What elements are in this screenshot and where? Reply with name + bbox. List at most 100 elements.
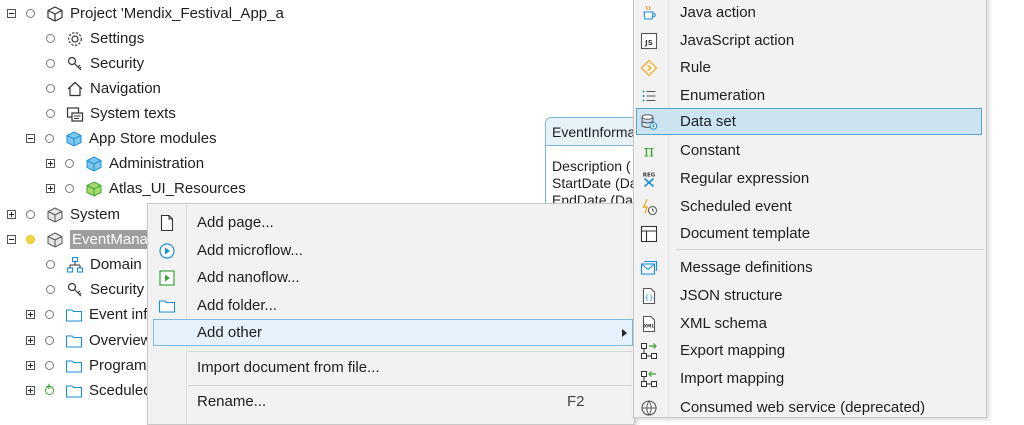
menu-item-label: JSON structure [680,287,783,304]
tree-label: Domain [90,256,142,273]
collapse-toggle[interactable] [7,9,16,18]
tree-label: Program [89,357,147,374]
menu-item-constant[interactable]: π Constant [634,137,986,164]
collapse-toggle[interactable] [26,134,35,143]
tree-row-app-store-modules[interactable]: App Store modules [26,126,217,151]
folder-icon [65,357,83,375]
menu-item-enumeration[interactable]: Enumeration [634,82,986,109]
folder-icon [65,306,83,324]
menu-item-add-microflow[interactable]: Add microflow... [148,237,634,264]
menu-item-javascript-action[interactable]: JS JavaScript action [634,27,986,54]
status-dot [45,310,54,319]
tree-label: Security [90,281,145,298]
blue-cube-icon [85,155,103,173]
menu-item-label: Data set [680,113,736,130]
tree-label: Overview [89,332,152,349]
menu-item-label: JavaScript action [680,32,795,49]
status-dot [46,59,55,68]
nanoflow-icon [158,269,176,287]
module-icon [46,231,64,249]
tree-row-domain-model[interactable]: Domain [46,252,142,277]
data-set-icon [640,113,658,131]
menu-item-import-document[interactable]: Import document from file... [148,354,634,381]
folder-icon [158,297,176,315]
cube-icon [46,5,64,23]
status-dot [45,336,54,345]
tree-row-atlas-ui-resources[interactable]: Atlas_UI_Resources [46,176,246,201]
status-dot [65,159,74,168]
xml-schema-icon: XML [640,315,658,333]
menu-item-label: Java action [680,4,756,21]
menu-item-export-mapping[interactable]: Export mapping [634,337,986,364]
status-dot [46,34,55,43]
menu-item-data-set[interactable]: Data set [636,108,982,135]
tree-row-system[interactable]: System [7,202,120,227]
status-dot [46,285,55,294]
tree-row-overview[interactable]: Overview [26,328,152,353]
key-icon [66,281,84,299]
menu-item-label: Import document from file... [197,359,380,376]
system-texts-icon [66,105,84,123]
menu-item-label: XML schema [680,315,767,332]
regex-icon: REG [640,170,658,188]
tree-row-security[interactable]: Security [46,51,144,76]
menu-item-xml-schema[interactable]: XML XML schema [634,310,986,337]
menu-item-label: Message definitions [680,259,813,276]
tree-row-system-texts[interactable]: System texts [46,101,176,126]
menu-item-add-page[interactable]: Add page... [148,209,634,236]
tree-label: Event inf [89,306,148,323]
tree-row-navigation[interactable]: Navigation [46,76,161,101]
status-dot [45,361,54,370]
tree-row-scheduled[interactable]: Sceduled [26,378,152,403]
menu-item-scheduled-event[interactable]: Scheduled event [634,193,986,220]
status-dot [46,109,55,118]
tree-label: Navigation [90,80,161,97]
tree-row-module-security[interactable]: Security [46,277,144,302]
expand-toggle[interactable] [7,210,16,219]
expand-toggle[interactable] [26,361,35,370]
menu-item-add-other[interactable]: Add other [153,319,633,346]
microflow-icon [158,242,176,260]
menu-item-message-definitions[interactable]: Message definitions [634,254,986,281]
menu-item-consumed-web-service[interactable]: Consumed web service (deprecated) [634,394,986,421]
menu-item-regular-expression[interactable]: REG Regular expression [634,165,986,192]
expand-toggle[interactable] [46,184,55,193]
svg-text:XML: XML [644,323,655,329]
menu-item-add-nanoflow[interactable]: Add nanoflow... [148,264,634,291]
menu-item-document-template[interactable]: Document template [634,220,986,247]
menu-item-java-action[interactable]: Java action [634,0,986,26]
menu-separator [188,351,632,352]
svg-text:REG: REG [643,172,656,178]
add-other-submenu: Java action JS JavaScript action Rule En… [633,0,987,418]
expand-toggle[interactable] [46,159,55,168]
tree-row-project[interactable]: Project 'Mendix_Festival_App_a [7,1,284,26]
tree-label: System [70,206,121,223]
collapse-toggle[interactable] [7,235,16,244]
menu-item-label: Add microflow... [197,242,303,259]
tree-row-event-info[interactable]: Event inf [26,302,147,327]
javascript-action-icon: JS [640,32,658,50]
tree-label: App Store modules [89,130,217,147]
tree-row-settings[interactable]: Settings [46,26,144,51]
context-menu: Add page... Add microflow... Add nanoflo… [147,203,635,425]
menu-item-import-mapping[interactable]: Import mapping [634,365,986,392]
menu-item-label: Regular expression [680,170,810,187]
expand-toggle[interactable] [26,310,35,319]
menu-item-rename[interactable]: Rename... F2 [148,388,634,415]
svg-text:{}: {} [645,294,653,302]
menu-item-label: Rule [680,59,711,76]
tree-label: Atlas_UI_Resources [109,180,246,197]
expand-toggle[interactable] [26,336,35,345]
domain-model-icon [66,256,84,274]
menu-item-json-structure[interactable]: {} JSON structure [634,282,986,309]
menu-item-rule[interactable]: Rule [634,54,986,81]
menu-item-label: Rename... [197,393,267,410]
tree-row-event-management[interactable]: EventManag [7,227,159,252]
submenu-arrow-icon [622,328,627,337]
tree-row-program[interactable]: Program [26,353,147,378]
expand-toggle[interactable] [26,386,35,395]
tree-row-administration[interactable]: Administration [46,151,204,176]
gear-icon [66,30,84,48]
menu-item-add-folder[interactable]: Add folder... [148,292,634,319]
menu-item-label: Document template [680,225,811,242]
